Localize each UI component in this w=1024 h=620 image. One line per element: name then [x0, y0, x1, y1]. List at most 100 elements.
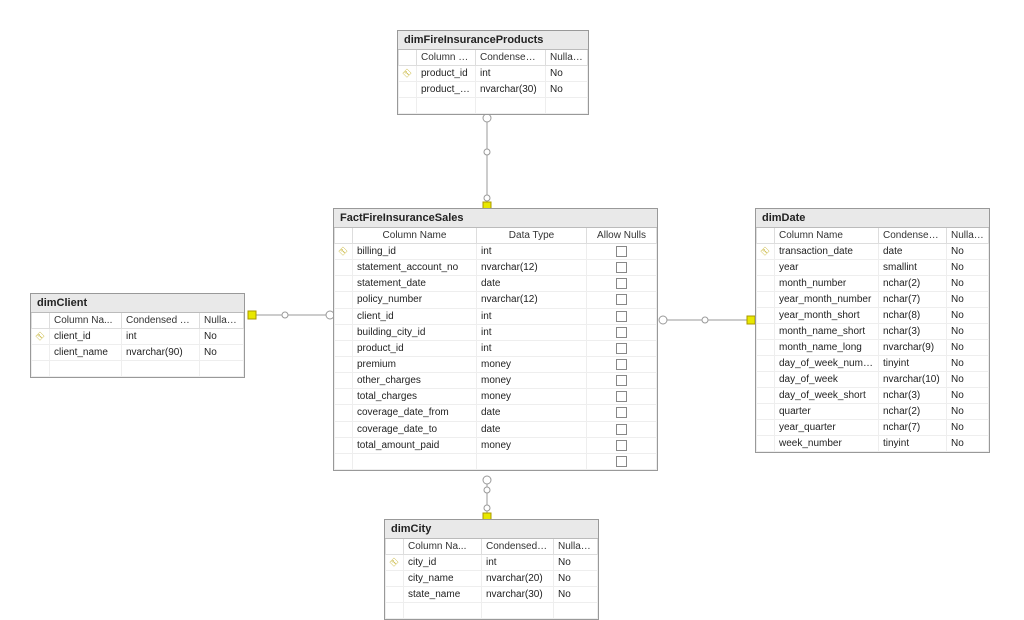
table-dimDate[interactable]: dimDate Column Name Condensed Ty... Null…: [755, 208, 990, 453]
cell: year: [775, 260, 879, 276]
table-row[interactable]: client_idint: [335, 308, 657, 324]
table-FactFireInsuranceSales[interactable]: FactFireInsuranceSales Column Name Data …: [333, 208, 658, 471]
table-row[interactable]: quarternchar(2)No: [757, 404, 989, 420]
table-row[interactable]: month_name_longnvarchar(9)No: [757, 340, 989, 356]
table-row[interactable]: day_of_week_shortnchar(3)No: [757, 388, 989, 404]
table-row[interactable]: state_namenvarchar(30)No: [386, 587, 598, 603]
primary-key-cell: [757, 388, 775, 404]
cell: date: [879, 244, 947, 260]
cell: int: [477, 340, 587, 356]
allow-nulls-checkbox[interactable]: [616, 375, 627, 386]
table-row[interactable]: day_of_week_numb...tinyintNo: [757, 356, 989, 372]
cell: int: [476, 66, 546, 82]
cell: [587, 373, 657, 389]
table-row[interactable]: ⚿client_idintNo: [32, 329, 244, 345]
table-row[interactable]: week_numbertinyintNo: [757, 436, 989, 452]
table-row[interactable]: ⚿product_idintNo: [399, 66, 588, 82]
cell: client_name: [50, 345, 122, 361]
header-condensed-type: Condensed Ty...: [482, 539, 554, 555]
cell: quarter: [775, 404, 879, 420]
primary-key-cell: [335, 292, 353, 308]
table-title: dimDate: [756, 209, 989, 228]
cell: No: [947, 388, 989, 404]
primary-key-cell: [757, 404, 775, 420]
allow-nulls-checkbox[interactable]: [616, 440, 627, 451]
cell: month_name_short: [775, 324, 879, 340]
cell: day_of_week_short: [775, 388, 879, 404]
primary-key-cell: ⚿: [399, 66, 417, 82]
cell: [587, 340, 657, 356]
key-icon: ⚿: [34, 330, 47, 343]
table-row[interactable]: product_idint: [335, 340, 657, 356]
table-row[interactable]: premiummoney: [335, 356, 657, 372]
primary-key-cell: [335, 324, 353, 340]
cell: nvarchar(9): [879, 340, 947, 356]
table-row[interactable]: month_numbernchar(2)No: [757, 276, 989, 292]
allow-nulls-checkbox[interactable]: [616, 311, 627, 322]
primary-key-cell: [757, 356, 775, 372]
table-row[interactable]: [335, 453, 657, 469]
cell: nchar(2): [879, 276, 947, 292]
cell: No: [947, 324, 989, 340]
cell: [587, 437, 657, 453]
table-row[interactable]: yearsmallintNo: [757, 260, 989, 276]
table-row[interactable]: ⚿city_idintNo: [386, 555, 598, 571]
table-row[interactable]: total_chargesmoney: [335, 389, 657, 405]
cell: month_number: [775, 276, 879, 292]
allow-nulls-checkbox[interactable]: [616, 424, 627, 435]
primary-key-cell: [757, 372, 775, 388]
table-row-empty: [386, 603, 598, 619]
primary-key-cell: [335, 373, 353, 389]
table-dimClient[interactable]: dimClient Column Na... Condensed Ty... N…: [30, 293, 245, 378]
table-row[interactable]: coverage_date_todate: [335, 421, 657, 437]
header-column-name: Column Name: [775, 228, 879, 244]
cell: nchar(3): [879, 324, 947, 340]
table-row[interactable]: client_namenvarchar(90)No: [32, 345, 244, 361]
cell: week_number: [775, 436, 879, 452]
table-row[interactable]: statement_account_nonvarchar(12): [335, 260, 657, 276]
table-row[interactable]: day_of_weeknvarchar(10)No: [757, 372, 989, 388]
allow-nulls-checkbox[interactable]: [616, 343, 627, 354]
cell: No: [554, 555, 598, 571]
allow-nulls-checkbox[interactable]: [616, 456, 627, 467]
cell: [587, 324, 657, 340]
cell: tinyint: [879, 436, 947, 452]
cell: No: [947, 260, 989, 276]
table-row[interactable]: coverage_date_fromdate: [335, 405, 657, 421]
allow-nulls-checkbox[interactable]: [616, 359, 627, 370]
table-dimCity[interactable]: dimCity Column Na... Condensed Ty... Nul…: [384, 519, 599, 620]
table-row[interactable]: product_namenvarchar(30)No: [399, 82, 588, 98]
table-row[interactable]: policy_numbernvarchar(12): [335, 292, 657, 308]
header-column-name: Column Name: [353, 228, 477, 244]
cell: No: [200, 329, 244, 345]
primary-key-cell: [757, 276, 775, 292]
table-row[interactable]: building_city_idint: [335, 324, 657, 340]
table-dimFireInsuranceProducts[interactable]: dimFireInsuranceProducts Column Name Con…: [397, 30, 589, 115]
primary-key-cell: ⚿: [32, 329, 50, 345]
table-row[interactable]: ⚿billing_idint: [335, 244, 657, 260]
allow-nulls-checkbox[interactable]: [616, 407, 627, 418]
table-row[interactable]: month_name_shortnchar(3)No: [757, 324, 989, 340]
table-row[interactable]: year_quarternchar(7)No: [757, 420, 989, 436]
cell: policy_number: [353, 292, 477, 308]
cell: No: [200, 345, 244, 361]
table-row[interactable]: year_month_shortnchar(8)No: [757, 308, 989, 324]
cell: No: [947, 404, 989, 420]
table-row[interactable]: statement_datedate: [335, 276, 657, 292]
allow-nulls-checkbox[interactable]: [616, 262, 627, 273]
table-title: dimFireInsuranceProducts: [398, 31, 588, 50]
allow-nulls-checkbox[interactable]: [616, 278, 627, 289]
cell: client_id: [353, 308, 477, 324]
table-row[interactable]: year_month_numbernchar(7)No: [757, 292, 989, 308]
table-row[interactable]: total_amount_paidmoney: [335, 437, 657, 453]
allow-nulls-checkbox[interactable]: [616, 327, 627, 338]
allow-nulls-checkbox[interactable]: [616, 294, 627, 305]
table-row[interactable]: city_namenvarchar(20)No: [386, 571, 598, 587]
cell: total_charges: [353, 389, 477, 405]
allow-nulls-checkbox[interactable]: [616, 391, 627, 402]
key-icon: ⚿: [388, 556, 401, 569]
allow-nulls-checkbox[interactable]: [616, 246, 627, 257]
table-row[interactable]: ⚿transaction_datedateNo: [757, 244, 989, 260]
table-row[interactable]: other_chargesmoney: [335, 373, 657, 389]
cell: nchar(8): [879, 308, 947, 324]
